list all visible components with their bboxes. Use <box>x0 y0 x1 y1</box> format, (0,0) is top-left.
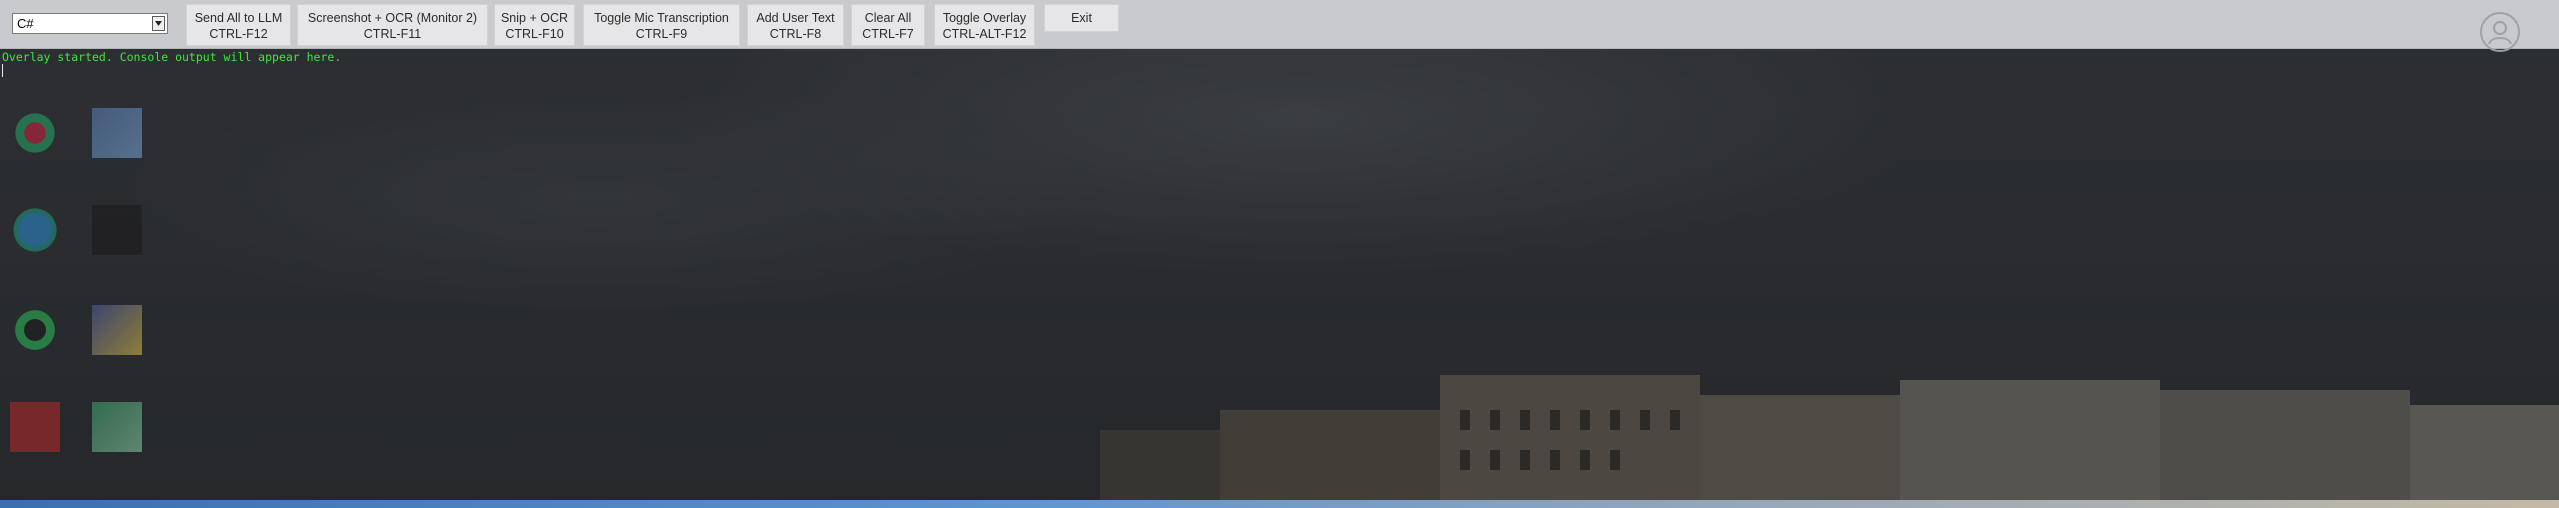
clear-all-button[interactable]: Clear All CTRL-F7 <box>851 4 925 46</box>
desktop-app-icon <box>10 108 60 158</box>
desktop-app-icon <box>10 305 60 355</box>
desktop-app-icon <box>92 205 142 255</box>
button-shortcut: CTRL-F7 <box>862 27 914 41</box>
button-shortcut: CTRL-F10 <box>505 27 564 41</box>
button-shortcut: CTRL-F8 <box>769 27 822 41</box>
taskbar-strip <box>0 500 2559 508</box>
chevron-down-icon[interactable] <box>152 16 165 31</box>
user-icon <box>2480 12 2520 52</box>
language-select[interactable]: C# <box>12 13 168 34</box>
toggle-overlay-button[interactable]: Toggle Overlay CTRL-ALT-F12 <box>934 4 1035 46</box>
button-label: Snip + OCR <box>500 11 569 25</box>
overlay-dim-layer <box>0 48 2559 500</box>
button-shortcut: CTRL-F12 <box>209 27 268 41</box>
button-label: Clear All <box>864 11 912 25</box>
button-label: Screenshot + OCR (Monitor 2) <box>307 11 478 25</box>
button-label: Toggle Mic Transcription <box>594 11 729 25</box>
button-label: Send All to LLM <box>194 11 283 25</box>
add-user-text-button[interactable]: Add User Text CTRL-F8 <box>747 4 844 46</box>
button-label: Exit <box>1071 11 1092 25</box>
desktop-app-icon <box>92 402 142 452</box>
desktop-app-icon <box>92 305 142 355</box>
desktop-app-icon <box>10 205 60 255</box>
snip-ocr-button[interactable]: Snip + OCR CTRL-F10 <box>494 4 575 46</box>
button-shortcut: CTRL-ALT-F12 <box>942 27 1027 41</box>
language-select-value: C# <box>17 16 34 31</box>
desktop-app-icon <box>92 108 142 158</box>
desktop-app-icon <box>10 402 60 452</box>
exit-button[interactable]: Exit <box>1044 4 1119 32</box>
button-shortcut: CTRL-F11 <box>363 27 422 41</box>
button-label: Toggle Overlay <box>942 11 1027 25</box>
button-label: Add User Text <box>756 11 835 25</box>
send-all-to-llm-button[interactable]: Send All to LLM CTRL-F12 <box>186 4 291 46</box>
button-shortcut: CTRL-F9 <box>635 27 688 41</box>
overlay-toolbar: C# Send All to LLM CTRL-F12 Screenshot +… <box>0 0 2559 49</box>
console-caret[interactable] <box>2 64 3 77</box>
screenshot-ocr-button[interactable]: Screenshot + OCR (Monitor 2) CTRL-F11 <box>297 4 488 46</box>
console-output-line: Overlay started. Console output will app… <box>2 50 342 64</box>
toggle-mic-transcription-button[interactable]: Toggle Mic Transcription CTRL-F9 <box>583 4 740 46</box>
